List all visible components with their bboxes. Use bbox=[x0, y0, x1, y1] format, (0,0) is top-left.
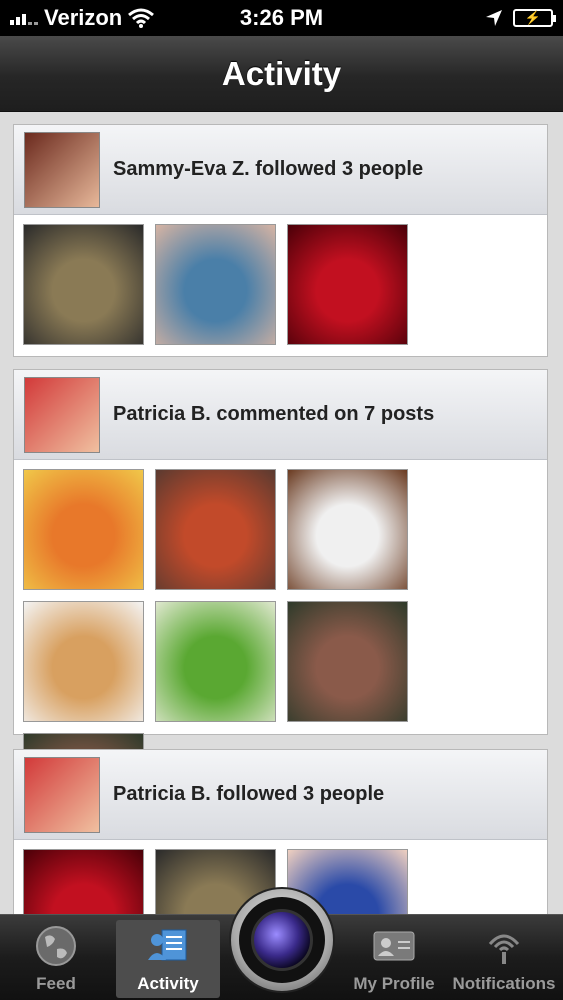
photo-thumbnail[interactable] bbox=[155, 601, 276, 722]
activity-card[interactable]: Sammy-Eva Z. followed 3 people bbox=[13, 124, 548, 357]
wifi-icon bbox=[128, 8, 155, 28]
photo-thumbnail[interactable] bbox=[23, 601, 144, 722]
carrier-label: Verizon bbox=[44, 5, 123, 30]
clock: 3:26 PM bbox=[239, 5, 324, 30]
activity-card-title: Patricia B. followed 3 people bbox=[113, 783, 385, 805]
tab-label: Activity bbox=[137, 974, 199, 993]
location-arrow-icon bbox=[486, 10, 502, 26]
tab-activity[interactable]: Activity bbox=[116, 920, 220, 998]
activity-card-title: Patricia B. commented on 7 posts bbox=[113, 403, 435, 425]
photo-thumbnail[interactable] bbox=[23, 849, 144, 914]
photo-thumbnail[interactable] bbox=[23, 469, 144, 590]
profile-card-icon bbox=[372, 924, 416, 968]
photo-thumbnail[interactable] bbox=[287, 469, 408, 590]
avatar[interactable] bbox=[24, 131, 100, 208]
photo-thumbnail[interactable] bbox=[155, 224, 276, 345]
avatar[interactable] bbox=[24, 756, 100, 833]
battery-icon: ⚡ bbox=[513, 9, 556, 27]
activity-icon bbox=[146, 924, 190, 968]
page-title: Activity bbox=[221, 54, 342, 92]
status-bar: Verizon 3:26 PM ⚡ bbox=[0, 0, 563, 36]
photo-thumbnail[interactable] bbox=[155, 469, 276, 590]
activity-card-header[interactable]: Patricia B. commented on 7 posts bbox=[14, 370, 547, 460]
tab-feed[interactable]: Feed bbox=[4, 920, 108, 998]
tab-label: Feed bbox=[36, 974, 76, 993]
tab-my-profile[interactable]: My Profile bbox=[342, 920, 446, 998]
photo-thumbnail[interactable] bbox=[23, 224, 144, 345]
activity-card[interactable]: Patricia B. commented on 7 posts bbox=[13, 369, 548, 854]
globe-icon bbox=[34, 924, 78, 968]
broadcast-icon bbox=[482, 924, 526, 968]
tab-notifications[interactable]: Notifications bbox=[452, 920, 556, 998]
tab-label: My Profile bbox=[353, 974, 435, 993]
tab-label: Notifications bbox=[452, 974, 556, 993]
photo-thumbnail[interactable] bbox=[287, 601, 408, 722]
signal-icon bbox=[10, 11, 38, 25]
avatar[interactable] bbox=[24, 376, 100, 453]
activity-card-header[interactable]: Patricia B. followed 3 people bbox=[14, 750, 547, 840]
activity-feed[interactable]: Sammy-Eva Z. followed 3 people Patricia … bbox=[0, 112, 563, 914]
thumbnail-grid bbox=[14, 215, 547, 356]
camera-button[interactable] bbox=[229, 887, 335, 993]
photo-thumbnail[interactable] bbox=[287, 224, 408, 345]
camera-icon bbox=[239, 897, 325, 983]
activity-card-header[interactable]: Sammy-Eva Z. followed 3 people bbox=[14, 125, 547, 215]
activity-card-title: Sammy-Eva Z. followed 3 people bbox=[113, 158, 424, 180]
nav-bar: Activity bbox=[0, 36, 563, 112]
